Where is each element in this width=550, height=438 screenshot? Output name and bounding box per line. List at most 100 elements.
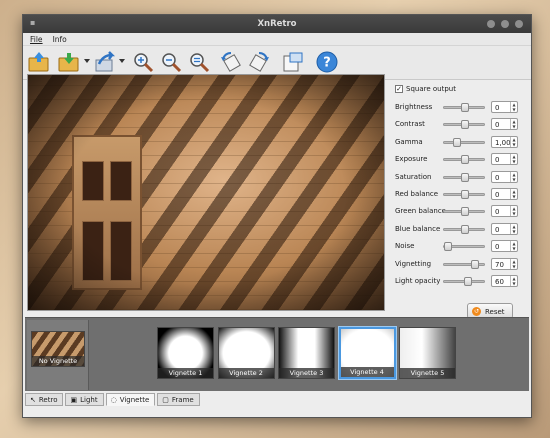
share-menu-arrow[interactable]	[119, 59, 125, 63]
vignette-preset-1[interactable]: Vignette 1	[157, 327, 214, 379]
rotate-right-icon	[249, 52, 269, 72]
noise-label: Noise	[395, 242, 415, 251]
vignetting-slider-knob[interactable]	[470, 259, 479, 269]
help-button[interactable]: ?	[315, 50, 339, 74]
blue-balance-slider[interactable]	[443, 224, 485, 234]
vignetting-slider[interactable]	[443, 259, 485, 269]
green-balance-slider-knob[interactable]	[461, 207, 469, 217]
share-button[interactable]	[93, 50, 117, 74]
spin-arrows-icon[interactable]: ▲ ▼	[510, 102, 517, 112]
brightness-spinbox[interactable]: 0 ▲ ▼	[491, 101, 518, 113]
spin-arrows-icon[interactable]: ▲ ▼	[510, 258, 517, 269]
blue-balance-spinbox[interactable]: 0 ▲ ▼	[491, 222, 518, 235]
contrast-label: Contrast	[395, 120, 425, 129]
spin-arrows-icon[interactable]: ▲ ▼	[510, 119, 517, 130]
contrast-slider-knob[interactable]	[461, 120, 469, 130]
exposure-slider-knob[interactable]	[461, 155, 469, 165]
zoom-out-button[interactable]	[159, 50, 183, 74]
export-icon	[283, 52, 303, 72]
rotate-left-button[interactable]	[219, 50, 243, 74]
contrast-spinbox[interactable]: 0 ▲ ▼	[491, 118, 518, 131]
saturation-slider[interactable]	[443, 172, 485, 182]
brightness-slider[interactable]	[443, 103, 485, 112]
photo-preview[interactable]	[27, 74, 385, 311]
gamma-slider[interactable]	[443, 137, 485, 147]
green-balance-spinbox[interactable]: 0 ▲ ▼	[491, 205, 518, 218]
contrast-slider[interactable]	[443, 120, 485, 130]
vignetting-spinbox[interactable]: 70 ▲ ▼	[491, 257, 518, 270]
app-window: ▪ XnRetro File Info ? ✓ Square output Br…	[22, 14, 532, 418]
spin-arrows-icon[interactable]: ▲ ▼	[510, 241, 517, 252]
vignette-preset-3[interactable]: Vignette 3	[278, 327, 335, 379]
green-balance-slider[interactable]	[443, 207, 485, 217]
spin-arrows-icon[interactable]: ▲ ▼	[510, 276, 517, 286]
menu-info[interactable]: Info	[53, 35, 67, 44]
open-button[interactable]	[27, 50, 51, 74]
maximize-button[interactable]	[501, 20, 509, 28]
rotate-right-button[interactable]	[247, 50, 271, 74]
close-button[interactable]	[515, 20, 523, 28]
vignette-overlay	[28, 75, 384, 310]
zoom-fit-button[interactable]	[187, 50, 211, 74]
blue-balance-slider-knob[interactable]	[461, 224, 469, 234]
spin-arrows-icon[interactable]: ▲ ▼	[510, 189, 517, 199]
tab-frame[interactable]: ▢ Frame	[157, 393, 200, 406]
saturation-slider-knob[interactable]	[461, 172, 469, 182]
tab-vignette-label: Vignette	[119, 395, 150, 404]
gamma-value: 1,00	[495, 138, 511, 147]
square-output-checkbox[interactable]: ✓	[395, 85, 403, 93]
gamma-slider-knob[interactable]	[452, 137, 461, 147]
light-opacity-spinbox[interactable]: 60 ▲ ▼	[491, 275, 518, 287]
exposure-slider[interactable]	[443, 155, 485, 165]
effect-tabs: ↖ Retro ▣ Light ◌ Vignette ▢ Frame	[25, 393, 200, 407]
zoom-in-button[interactable]	[131, 50, 155, 74]
adjust-row-contrast: Contrast 0 ▲ ▼	[391, 118, 525, 131]
current-preset-label: No Vignette	[32, 356, 84, 366]
export-button[interactable]	[281, 50, 305, 74]
save-button[interactable]	[57, 50, 81, 74]
save-icon	[58, 53, 79, 72]
light-opacity-slider-knob[interactable]	[464, 277, 473, 286]
reset-icon: ↺	[472, 307, 481, 316]
saturation-label: Saturation	[395, 172, 432, 181]
vignette-preset-label: Vignette 3	[279, 368, 334, 378]
adjust-row-red-balance: Red balance 0 ▲ ▼	[391, 188, 525, 200]
svg-text:?: ?	[323, 56, 331, 71]
saturation-spinbox[interactable]: 0 ▲ ▼	[491, 170, 518, 183]
gamma-spinbox[interactable]: 1,00 ▲ ▼	[491, 135, 518, 148]
vignette-preset-2[interactable]: Vignette 2	[217, 327, 275, 379]
tab-retro[interactable]: ↖ Retro	[25, 393, 64, 406]
spin-arrows-icon[interactable]: ▲ ▼	[510, 136, 517, 147]
red-balance-slider-knob[interactable]	[461, 190, 469, 199]
blue-balance-label: Blue balance	[395, 224, 441, 233]
menu-file[interactable]: File	[30, 35, 43, 44]
zoom-fit-icon	[190, 53, 210, 73]
noise-slider-knob[interactable]	[444, 242, 452, 252]
spin-arrows-icon[interactable]: ▲ ▼	[510, 223, 517, 234]
window-title: XnRetro	[257, 19, 297, 29]
tab-light[interactable]: ▣ Light	[65, 393, 104, 406]
minimize-button[interactable]	[487, 20, 495, 28]
save-menu-arrow[interactable]	[84, 59, 90, 63]
exposure-spinbox[interactable]: 0 ▲ ▼	[491, 153, 518, 166]
noise-value: 0	[495, 243, 500, 252]
light-opacity-label: Light opacity	[395, 277, 441, 285]
green-balance-value: 0	[495, 208, 500, 217]
brightness-slider-knob[interactable]	[461, 103, 469, 112]
adjust-row-brightness: Brightness 0 ▲ ▼	[391, 101, 525, 113]
spin-arrows-icon[interactable]: ▲ ▼	[510, 154, 517, 165]
red-balance-spinbox[interactable]: 0 ▲ ▼	[491, 188, 518, 200]
vignette-preset-5[interactable]: Vignette 5	[399, 327, 456, 379]
noise-slider[interactable]	[443, 242, 485, 252]
adjust-row-exposure: Exposure 0 ▲ ▼	[391, 153, 525, 166]
red-balance-slider[interactable]	[443, 190, 485, 199]
light-opacity-slider[interactable]	[443, 277, 485, 286]
spin-arrows-icon[interactable]: ▲ ▼	[510, 206, 517, 217]
red-balance-label: Red balance	[395, 190, 439, 198]
tab-vignette[interactable]: ◌ Vignette	[105, 393, 156, 406]
spin-arrows-icon[interactable]: ▲ ▼	[510, 171, 517, 182]
gamma-label: Gamma	[395, 137, 423, 146]
zoom-out-icon	[162, 53, 182, 73]
vignette-preset-4[interactable]: Vignette 4	[338, 327, 396, 379]
noise-spinbox[interactable]: 0 ▲ ▼	[491, 240, 518, 253]
